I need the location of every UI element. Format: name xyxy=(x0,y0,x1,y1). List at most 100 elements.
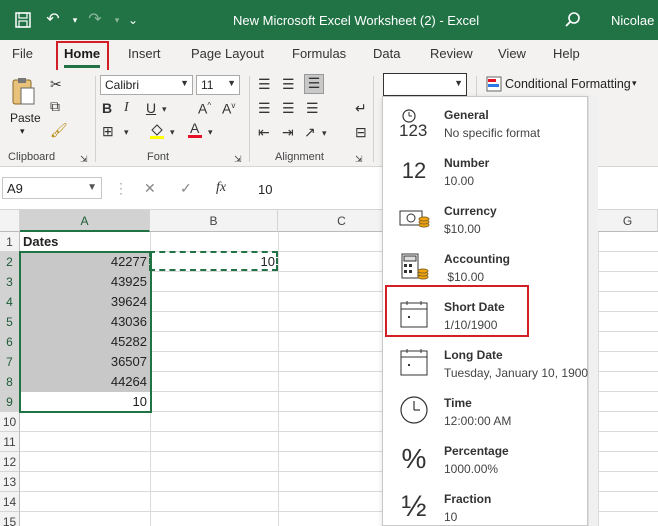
cell-a1[interactable]: Dates xyxy=(20,232,150,252)
column-header-b[interactable]: B xyxy=(150,210,278,232)
format-option-time[interactable]: Time 12:00:00 AM xyxy=(383,387,587,435)
chevron-down-icon: ▼ xyxy=(227,78,236,88)
align-center-icon[interactable]: ☰ xyxy=(282,100,295,116)
italic-icon[interactable]: I xyxy=(124,100,129,116)
format-painter-icon[interactable]: 🖌 xyxy=(50,122,68,138)
tab-page-layout[interactable]: Page Layout xyxy=(191,46,264,61)
cut-icon[interactable]: ✂ xyxy=(50,76,62,92)
tab-data[interactable]: Data xyxy=(373,46,400,61)
alignment-group-label: Alignment xyxy=(275,151,324,163)
insert-function-icon[interactable]: fx xyxy=(216,180,226,196)
align-right-icon[interactable]: ☰ xyxy=(306,100,319,116)
font-color-dropdown-icon[interactable]: ▾ xyxy=(208,124,213,140)
font-name-combo[interactable]: Calibri ▼ xyxy=(100,75,193,95)
tab-file[interactable]: File xyxy=(12,46,33,61)
formula-input[interactable]: 10 xyxy=(258,182,272,197)
align-middle-icon[interactable]: ☰ xyxy=(282,76,295,92)
conditional-formatting-button[interactable]: Conditional Formatting xyxy=(505,77,631,91)
save-icon[interactable] xyxy=(14,11,32,29)
align-bottom-icon[interactable]: ☰ xyxy=(304,74,324,94)
format-option-percentage[interactable]: % Percentage 1000.00% xyxy=(383,435,587,483)
chevron-down-icon: ▼ xyxy=(180,78,189,88)
row-header-2[interactable]: 2 xyxy=(0,252,20,272)
merge-center-icon[interactable]: ⊟ xyxy=(355,124,367,140)
alignment-launcher-icon[interactable]: ⇲ xyxy=(355,151,363,167)
row-header-11[interactable]: 11 xyxy=(0,432,20,452)
svg-text:A: A xyxy=(190,120,200,136)
user-name[interactable]: Nicolae xyxy=(611,13,654,28)
row-header-7[interactable]: 7 xyxy=(0,352,20,372)
fill-color-dropdown-icon[interactable]: ▾ xyxy=(170,124,175,140)
bold-icon[interactable]: B xyxy=(102,100,112,116)
orientation-dropdown-icon[interactable]: ▾ xyxy=(322,125,327,141)
more-options-icon[interactable]: ⋮ xyxy=(114,180,128,197)
format-option-fraction[interactable]: ½ Fraction 10 xyxy=(383,483,587,526)
format-option-accounting[interactable]: Accounting $10.00 xyxy=(383,243,587,291)
decrease-font-icon[interactable]: Av xyxy=(222,98,235,117)
copy-marquee xyxy=(149,251,278,271)
wrap-text-icon[interactable]: ↵ xyxy=(355,100,367,116)
font-size-combo[interactable]: 11 ▼ xyxy=(196,75,240,95)
customize-toolbar-icon[interactable]: ⌄ xyxy=(124,11,142,29)
format-option-title: Currency xyxy=(444,204,497,218)
conditional-formatting-icon[interactable] xyxy=(486,76,502,95)
format-option-general[interactable]: 123 General No specific format xyxy=(383,99,587,147)
redo-icon[interactable]: ↷ xyxy=(86,11,104,29)
undo-icon[interactable]: ↶ xyxy=(44,11,62,29)
tab-view[interactable]: View xyxy=(498,46,526,61)
align-left-icon[interactable]: ☰ xyxy=(258,100,271,116)
grid-line xyxy=(278,232,279,526)
paste-dropdown-icon[interactable]: ▾ xyxy=(20,126,25,137)
increase-indent-icon[interactable]: ⇥ xyxy=(282,124,294,140)
row-header-10[interactable]: 10 xyxy=(0,412,20,432)
decrease-indent-icon[interactable]: ⇤ xyxy=(258,124,270,140)
format-option-currency[interactable]: Currency $10.00 xyxy=(383,195,587,243)
column-header-a[interactable]: A xyxy=(20,210,150,232)
row-header-5[interactable]: 5 xyxy=(0,312,20,332)
copy-icon[interactable]: ⧉ xyxy=(50,98,60,114)
paste-label[interactable]: Paste xyxy=(10,111,41,125)
enter-icon[interactable]: ✓ xyxy=(180,180,192,197)
dropdown-scrollbar[interactable] xyxy=(588,96,598,526)
undo-dropdown-icon[interactable]: ▾ xyxy=(66,11,84,29)
clipboard-launcher-icon[interactable]: ⇲ xyxy=(80,151,88,167)
font-launcher-icon[interactable]: ⇲ xyxy=(234,151,242,167)
format-option-number[interactable]: 12 Number 10.00 xyxy=(383,147,587,195)
font-group-label: Font xyxy=(147,151,170,163)
row-header-8[interactable]: 8 xyxy=(0,372,20,392)
number-format-combo[interactable]: ▼ xyxy=(383,73,467,96)
format-option-long-date[interactable]: Long Date Tuesday, January 10, 1900 xyxy=(383,339,588,387)
underline-dropdown-icon[interactable]: ▾ xyxy=(162,101,167,117)
borders-dropdown-icon[interactable]: ▾ xyxy=(124,124,129,140)
row-header-1[interactable]: 1 xyxy=(0,232,20,252)
row-header-3[interactable]: 3 xyxy=(0,272,20,292)
format-option-title: Percentage xyxy=(444,444,509,458)
tab-review[interactable]: Review xyxy=(430,46,473,61)
format-option-example: $10.00 xyxy=(444,222,481,236)
row-header-6[interactable]: 6 xyxy=(0,332,20,352)
name-box[interactable]: A9 ▼ xyxy=(2,177,102,199)
percent-icon: % xyxy=(401,443,427,474)
row-header-15[interactable]: 15 xyxy=(0,512,20,526)
row-header-14[interactable]: 14 xyxy=(0,492,20,512)
select-all-corner[interactable] xyxy=(0,210,20,232)
increase-font-icon[interactable]: A^ xyxy=(198,98,211,117)
underline-icon[interactable]: U xyxy=(146,100,156,116)
fill-color-icon[interactable] xyxy=(148,122,166,143)
align-top-icon[interactable]: ☰ xyxy=(258,76,271,92)
tab-help[interactable]: Help xyxy=(553,46,580,61)
font-color-icon[interactable]: A xyxy=(186,120,204,143)
orientation-icon[interactable]: ↗ xyxy=(304,124,316,140)
paste-icon[interactable] xyxy=(10,76,36,112)
tab-insert[interactable]: Insert xyxy=(128,46,161,61)
conditional-formatting-dropdown-icon[interactable]: ▾ xyxy=(632,78,637,89)
cancel-icon[interactable]: ✕ xyxy=(144,180,156,197)
row-header-9[interactable]: 9 xyxy=(0,392,20,412)
row-header-13[interactable]: 13 xyxy=(0,472,20,492)
search-icon[interactable] xyxy=(564,11,582,29)
tab-formulas[interactable]: Formulas xyxy=(292,46,346,61)
borders-icon[interactable]: ⊞ xyxy=(102,123,114,139)
row-header-12[interactable]: 12 xyxy=(0,452,20,472)
row-header-4[interactable]: 4 xyxy=(0,292,20,312)
column-header-g[interactable]: G xyxy=(598,210,658,232)
